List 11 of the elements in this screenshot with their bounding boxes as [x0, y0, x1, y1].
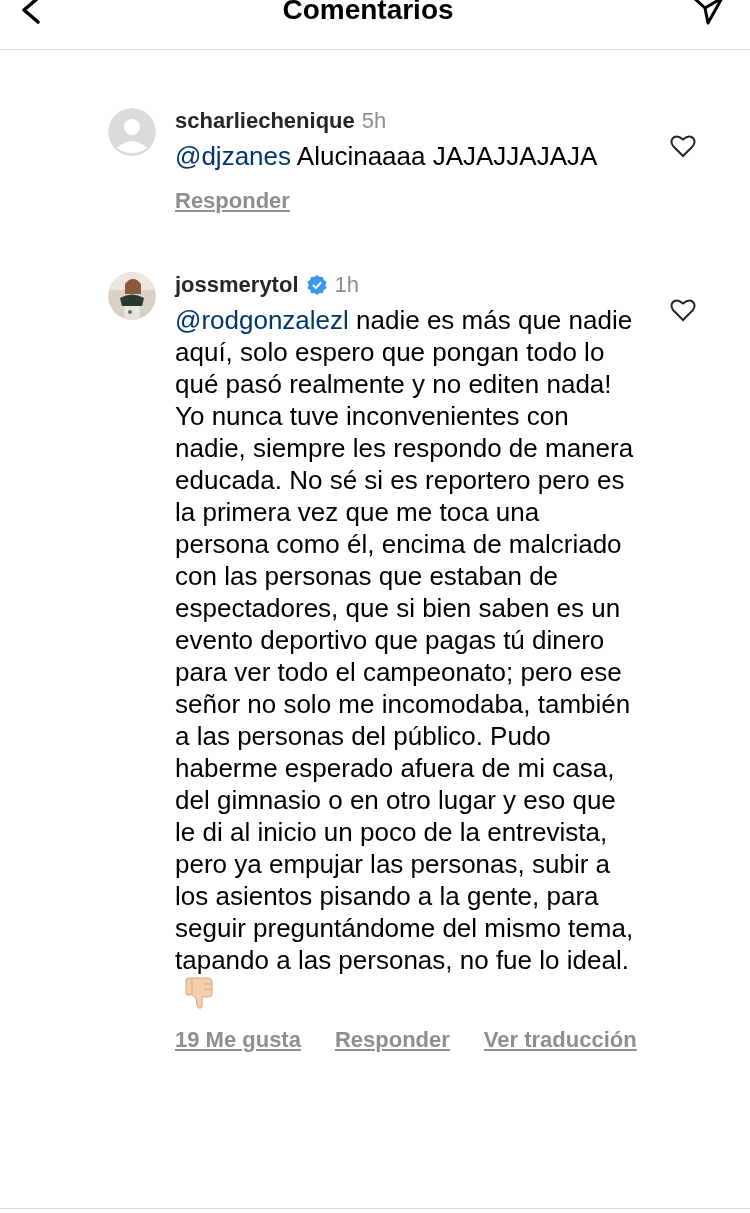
comment-text: @rodgonzalezl nadie es más que nadie aquí, solo espero que pongan todo lo qué pasó realmente y no editen nada! Yo nunca tuve inconvenientes con nadie, siempre les respondo de manera educada. No sé si es reportero pero es la primera vez que me toca una persona como él, encima de malcriado con las personas que estaban de espectadores, que si bien saben es un evento deportivo que pagas tú dinero para ver todo el campeonato; pero ese señor no solo me incomodaba, también a las personas del público. Pudo haberme esperado afuera de mi casa, del gimnasio o en otro lugar y eso que le di al inicio un poco de la entrevista, pero ya empujar las personas, subir a los asientos pisando a la gente, para seguir preguntándome del mismo tema, tapando a las personas, no fue lo ideal. [175, 305, 634, 1010]
timestamp: 1h [334, 272, 359, 298]
send-icon[interactable] [692, 0, 724, 26]
username[interactable]: scharliechenique [175, 108, 355, 134]
comment-text: @djzanes Alucinaaaa JAJAJJAJAJA [175, 141, 598, 171]
timestamp: 5h [361, 108, 387, 134]
mention-link[interactable]: @djzanes [175, 141, 291, 171]
mention-link[interactable]: @rodgonzalezl [175, 305, 349, 335]
heart-icon[interactable] [670, 134, 696, 158]
username[interactable]: jossmerytol [175, 272, 299, 298]
heart-icon[interactable] [670, 298, 696, 322]
